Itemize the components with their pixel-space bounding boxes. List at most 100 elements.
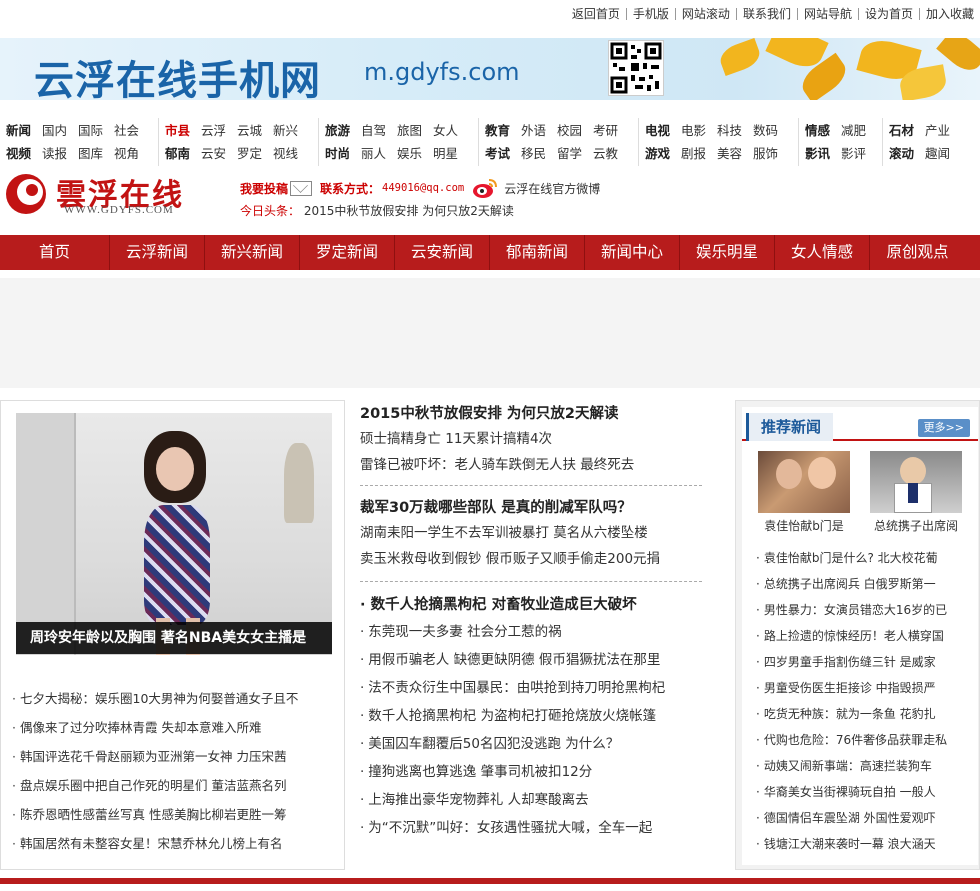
list-item[interactable]: 男童受伤医生拒接诊 中指毁损严	[756, 675, 978, 701]
list-item[interactable]: 东莞现一夫多妻 社会分工惹的祸	[360, 618, 702, 646]
contact-email[interactable]: 449016@qq.com	[382, 182, 464, 194]
category-link[interactable]: 云安	[201, 143, 226, 162]
category-link[interactable]: 国内	[42, 120, 67, 139]
feature-photo[interactable]	[16, 413, 332, 655]
category-link[interactable]: 女人	[433, 120, 458, 139]
list-item[interactable]: 男性暴力：女演员错恋大16岁的已	[756, 597, 978, 623]
top-link-set-home[interactable]: 设为首页	[857, 8, 919, 20]
category-link[interactable]: 时尚	[325, 143, 350, 162]
headline-link[interactable]: 2015中秋节放假安排 为何只放2天解读	[304, 204, 514, 218]
news-subline[interactable]: 雷锋已被吓坏：老人骑车跌倒无人扶 最终死去	[360, 452, 702, 478]
list-item[interactable]: 德国情侣车震坠湖 外国性爱观吓	[756, 805, 978, 831]
weibo-link[interactable]: 云浮在线官方微博	[504, 180, 600, 197]
weibo-icon[interactable]	[472, 177, 498, 199]
category-link[interactable]: 市县	[165, 120, 190, 139]
news-subline[interactable]: 硕士搞精身亡 11天累计搞精4次	[360, 426, 702, 452]
nav-item-xinxing[interactable]: 新兴新闻	[205, 235, 300, 270]
category-link[interactable]: 减肥	[841, 120, 866, 139]
more-button[interactable]: 更多>>	[917, 419, 970, 437]
nav-item-yunan-county[interactable]: 郁南新闻	[490, 235, 585, 270]
category-link[interactable]: 读报	[42, 143, 67, 162]
list-item[interactable]: 钱塘江大潮来袭时一幕 浪大涵天	[756, 831, 978, 857]
category-link[interactable]: 影评	[841, 143, 866, 162]
top-link-favorite[interactable]: 加入收藏	[918, 8, 980, 20]
top-link-sitemap[interactable]: 网站导航	[796, 8, 858, 20]
category-link[interactable]: 移民	[521, 143, 546, 162]
top-link-home[interactable]: 返回首页	[566, 8, 626, 20]
category-link[interactable]: 情感	[805, 120, 830, 139]
category-link[interactable]: 滚动	[889, 143, 914, 162]
news-headline[interactable]: 裁军30万裁哪些部队 是真的削减军队吗？	[360, 496, 702, 520]
news-subline[interactable]: 湖南耒阳一学生不去军训被暴打 莫名从六楼坠楼	[360, 520, 702, 546]
category-link[interactable]: 电影	[681, 120, 706, 139]
nav-item-opinion[interactable]: 原创观点	[870, 235, 965, 270]
category-link[interactable]: 石材	[889, 120, 914, 139]
list-item[interactable]: 四岁男童手指割伤缝三针 是威家	[756, 649, 978, 675]
list-item[interactable]: 为“不沉默”叫好：女孩遇性骚扰大喊，全车一起	[360, 814, 702, 842]
category-link[interactable]: 考研	[593, 120, 618, 139]
category-link[interactable]: 明星	[433, 143, 458, 162]
category-link[interactable]: 校园	[557, 120, 582, 139]
nav-item-women[interactable]: 女人情感	[775, 235, 870, 270]
category-link[interactable]: 云城	[237, 120, 262, 139]
list-item[interactable]: 代购也危险：76件奢侈品获罪走私	[756, 727, 978, 753]
thumbnail-caption[interactable]: 总统携子出席阅	[861, 517, 971, 534]
category-link[interactable]: 郁南	[165, 143, 190, 162]
nav-item-yunan[interactable]: 云安新闻	[395, 235, 490, 270]
category-link[interactable]: 影讯	[805, 143, 830, 162]
category-link[interactable]: 美容	[717, 143, 742, 162]
list-item[interactable]: 袁佳怡献b门是什么? 北大校花葡	[756, 545, 978, 571]
site-logo[interactable]: 雲浮在线 WWW.GDYFS.COM	[4, 170, 182, 218]
list-item[interactable]: 吃货无种族：就为一条鱼 花豹扎	[756, 701, 978, 727]
list-item[interactable]: 偶像来了过分吹捧林青霞 失却本意难入所难	[12, 717, 342, 746]
category-link[interactable]: 娱乐	[397, 143, 422, 162]
list-item[interactable]: 用假币骗老人 缺德更缺阴德 假币猖獗扰法在那里	[360, 646, 702, 674]
nav-item-yunfu[interactable]: 云浮新闻	[110, 235, 205, 270]
thumbnail-image[interactable]	[870, 451, 962, 513]
list-item[interactable]: 总统携子出席阅兵 白俄罗斯第一	[756, 571, 978, 597]
nav-item-home[interactable]: 首页	[0, 235, 110, 270]
category-link[interactable]: 视线	[273, 143, 298, 162]
category-link[interactable]: 服饰	[753, 143, 778, 162]
nav-item-luoding[interactable]: 罗定新闻	[300, 235, 395, 270]
nav-item-news-center[interactable]: 新闻中心	[585, 235, 680, 270]
list-item[interactable]: 七夕大揭秘：娱乐圈10大男神为何娶普通女子且不	[12, 688, 342, 717]
news-headline[interactable]: 2015中秋节放假安排 为何只放2天解读	[360, 402, 702, 426]
category-link[interactable]: 丽人	[361, 143, 386, 162]
list-item[interactable]: 韩国居然有未整容女星！宋慧乔林允儿榜上有名	[12, 833, 342, 862]
category-link[interactable]: 游戏	[645, 143, 670, 162]
thumbnail-caption[interactable]: 袁佳怡献b门是	[749, 517, 859, 534]
category-link[interactable]: 科技	[717, 120, 742, 139]
category-link[interactable]: 罗定	[237, 143, 262, 162]
category-link[interactable]: 留学	[557, 143, 582, 162]
submit-link[interactable]: 我要投稿	[240, 180, 288, 197]
category-link[interactable]: 社会	[114, 120, 139, 139]
category-link[interactable]: 数码	[753, 120, 778, 139]
news-headline[interactable]: · 数千人抢摘黑枸杞 对畜牧业造成巨大破坏	[360, 592, 702, 618]
list-item[interactable]: 动姨又闹新事端：高速拦装狗车	[756, 753, 978, 779]
top-link-mobile[interactable]: 手机版	[625, 8, 675, 20]
category-link[interactable]: 教育	[485, 120, 510, 139]
category-link[interactable]: 国际	[78, 120, 103, 139]
list-item[interactable]: 数千人抢摘黑枸杞 为盗枸杞打砸抢烧放火烧帐篷	[360, 702, 702, 730]
category-link[interactable]: 视频	[6, 143, 31, 162]
category-link[interactable]: 自驾	[361, 120, 386, 139]
category-link[interactable]: 趣闻	[925, 143, 950, 162]
list-item[interactable]: 路上捡遗的惊悚经历！老人横穿国	[756, 623, 978, 649]
thumbnail-image[interactable]	[758, 451, 850, 513]
category-link[interactable]: 云教	[593, 143, 618, 162]
nav-item-entertainment[interactable]: 娱乐明星	[680, 235, 775, 270]
list-item[interactable]: 华裔美女当街裸骑玩自拍 一般人	[756, 779, 978, 805]
category-link[interactable]: 图库	[78, 143, 103, 162]
category-link[interactable]: 电视	[645, 120, 670, 139]
list-item[interactable]: 美国囚车翻覆后50名囚犯没逃跑 为什么？	[360, 730, 702, 758]
list-item[interactable]: 陈乔恩晒性感蕾丝写真 性感美胸比柳岩更胜一筹	[12, 804, 342, 833]
list-item[interactable]: 韩国评选花千骨赵丽颖为亚洲第一女神 力压宋茜	[12, 746, 342, 775]
news-subline[interactable]: 卖玉米救母收到假钞 假币贩子又顺手偷走200元捐	[360, 546, 702, 572]
category-link[interactable]: 视角	[114, 143, 139, 162]
list-item[interactable]: 上海推出豪华宠物葬礼 人却寒酸离去	[360, 786, 702, 814]
list-item[interactable]: 盘点娱乐圈中把自己作死的明星们 董洁蓝燕名列	[12, 775, 342, 804]
feature-caption[interactable]: 周玲安年龄以及胸围 著名NBA美女女主播是	[16, 622, 332, 654]
category-link[interactable]: 外语	[521, 120, 546, 139]
top-link-scroll[interactable]: 网站滚动	[674, 8, 736, 20]
